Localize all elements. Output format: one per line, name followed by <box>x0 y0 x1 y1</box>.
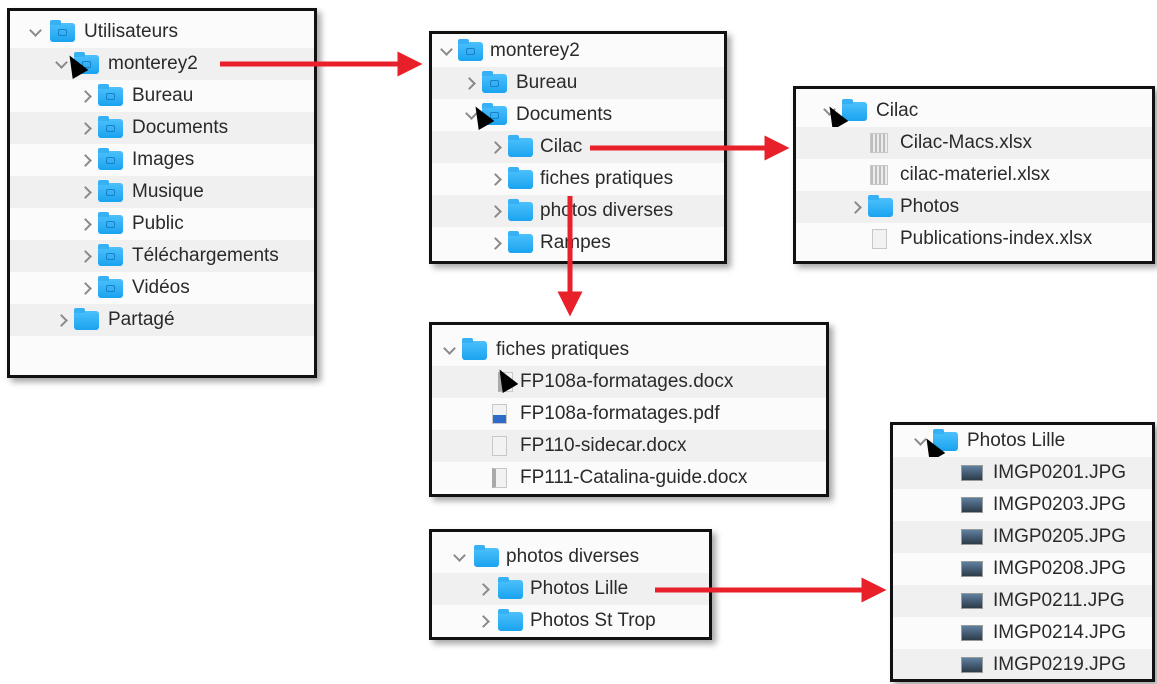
connector-arrows <box>220 51 887 603</box>
